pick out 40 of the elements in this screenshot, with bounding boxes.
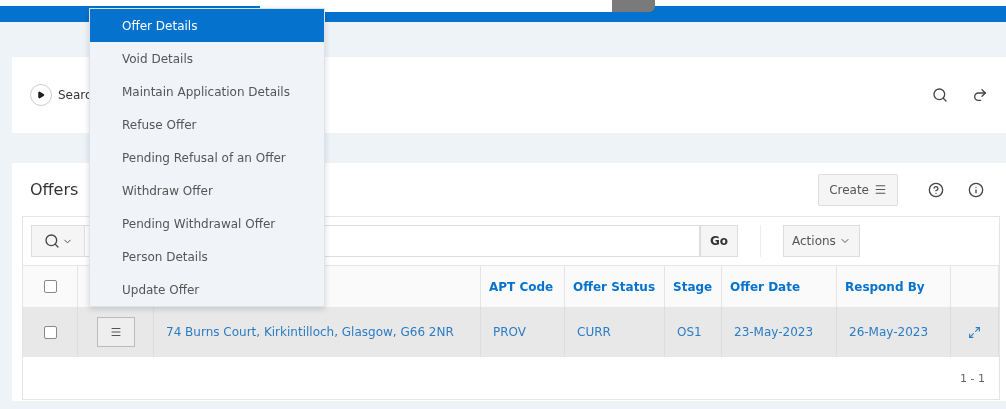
checkbox[interactable] — [43, 325, 57, 339]
table-cell: 26-May-2023 — [849, 325, 929, 339]
info-icon[interactable] — [968, 181, 984, 198]
go-button[interactable]: Go — [700, 225, 738, 257]
redo-arrow-icon[interactable] — [972, 87, 988, 103]
actions-button[interactable]: Actions — [783, 225, 860, 257]
pagination-text: 1 - 1 — [960, 371, 985, 385]
column-header[interactable]: Offer Status — [573, 279, 656, 294]
search-column-button[interactable] — [31, 225, 85, 257]
play-icon — [37, 91, 45, 99]
search-icon[interactable] — [932, 87, 948, 103]
menu-item[interactable]: Withdraw Offer — [90, 174, 324, 207]
help-icon[interactable] — [928, 181, 944, 198]
table-cell: CURR — [577, 325, 611, 339]
search-label: Searc — [58, 88, 92, 102]
menu-item[interactable]: Pending Withdrawal Offer — [90, 207, 324, 240]
menu-item[interactable]: Maintain Application Details — [90, 75, 324, 108]
column-header[interactable]: Respond By — [845, 279, 925, 294]
expand-toggle-button[interactable] — [30, 84, 52, 106]
menu-item[interactable]: Offer Details — [90, 9, 324, 42]
column-header[interactable]: Offer Date — [730, 279, 801, 294]
menu-item[interactable]: Refuse Offer — [90, 108, 324, 141]
menu-item[interactable]: Update Offer — [90, 273, 324, 306]
menu-lines-icon — [109, 326, 122, 338]
region-title: Offers — [30, 180, 79, 199]
create-button[interactable]: Create — [818, 173, 898, 206]
search-icon — [43, 233, 60, 249]
row-menu-button[interactable] — [96, 317, 135, 347]
expand-icon[interactable] — [968, 325, 981, 339]
column-header[interactable]: APT Code — [489, 279, 554, 294]
table-cell: PROV — [493, 325, 527, 339]
table-cell: 23-May-2023 — [734, 325, 814, 339]
checkbox[interactable] — [43, 280, 57, 293]
menu-lines-icon — [874, 183, 887, 196]
menu-item[interactable]: Person Details — [90, 240, 324, 273]
table-cell[interactable]: 74 Burns Court, Kirkintilloch, Glasgow, G66 2NR — [166, 325, 454, 339]
table-cell: OS1 — [677, 325, 702, 339]
menu-item[interactable]: Pending Refusal of an Offer — [90, 141, 324, 174]
column-header[interactable]: Stage — [673, 279, 713, 294]
menu-item[interactable]: Void Details — [90, 42, 324, 75]
